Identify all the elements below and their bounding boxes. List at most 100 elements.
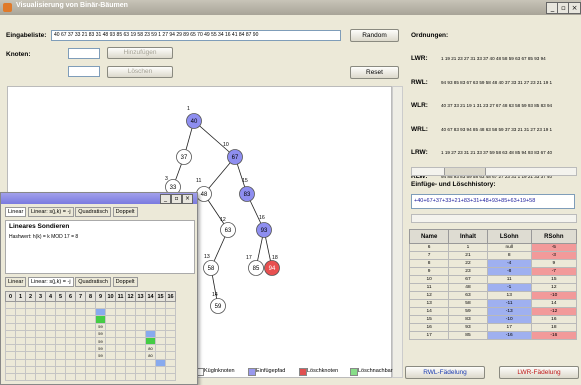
hash-cell[interactable]: [105, 358, 116, 367]
table-row[interactable]: 12 63 13 -10: [408, 291, 578, 300]
knoten-field[interactable]: [68, 48, 100, 59]
hash-cell[interactable]: [65, 358, 76, 367]
hash-cell[interactable]: [135, 300, 146, 310]
hash-cell[interactable]: [25, 300, 36, 310]
hash-cell[interactable]: [15, 322, 26, 331]
hash-cell[interactable]: [75, 300, 86, 310]
hash-cell[interactable]: [15, 315, 26, 324]
hash-cell[interactable]: [155, 351, 166, 360]
hash-cell[interactable]: [155, 300, 166, 310]
tab2-linear[interactable]: Linear: [5, 277, 27, 287]
hash-cell[interactable]: [45, 372, 56, 382]
tree-node[interactable]: 59: [210, 298, 226, 314]
hash-cell[interactable]: [165, 300, 176, 310]
hash-cell[interactable]: [25, 308, 36, 317]
hash-cell[interactable]: [35, 308, 46, 317]
hash-cell[interactable]: [85, 308, 96, 317]
hash-cell[interactable]: [115, 351, 126, 360]
hash-cell[interactable]: 59: [95, 336, 106, 346]
hash-cell[interactable]: [15, 365, 26, 374]
hash-cell[interactable]: [55, 329, 66, 338]
hash-cell[interactable]: [165, 372, 176, 382]
tree-node[interactable]: 40: [186, 113, 202, 129]
table-row[interactable]: 6 1 null -5: [408, 243, 578, 252]
hash-cell[interactable]: [155, 315, 166, 324]
hash-cell[interactable]: [25, 372, 36, 382]
hash-cell[interactable]: [85, 336, 96, 346]
hash-cell[interactable]: 59: [95, 329, 106, 338]
hash-cell[interactable]: [65, 322, 76, 331]
table-row[interactable]: 13 58 -11 14: [408, 299, 578, 308]
tree-node[interactable]: 63: [220, 222, 236, 238]
hash-cell[interactable]: [125, 315, 136, 324]
hash-cell[interactable]: [165, 344, 176, 353]
hash-cell[interactable]: [115, 344, 126, 353]
hash-cell[interactable]: [105, 365, 116, 374]
hash-cell[interactable]: [105, 336, 116, 346]
hash-cell[interactable]: [105, 329, 116, 338]
hash-cell[interactable]: [145, 308, 156, 317]
hash-cell[interactable]: [5, 329, 16, 338]
hash-cell[interactable]: [165, 308, 176, 317]
hash-cell[interactable]: [5, 308, 16, 317]
hash-cell[interactable]: [155, 344, 166, 353]
hash-cell[interactable]: [115, 358, 126, 367]
hash-cell[interactable]: [155, 372, 166, 382]
hash-cell[interactable]: [45, 315, 56, 324]
hash-cell[interactable]: [45, 336, 56, 346]
history-scrollbar[interactable]: [411, 214, 577, 223]
hash-cell[interactable]: [165, 351, 176, 360]
table-row[interactable]: 7 21 8 -3: [408, 251, 578, 260]
hash-cell[interactable]: [85, 344, 96, 353]
hash-maximize-button[interactable]: ▫: [171, 194, 182, 204]
tab-linear[interactable]: Linear: [5, 207, 27, 217]
table-row[interactable]: 10 67 11 15: [408, 275, 578, 284]
hash-close-button[interactable]: ×: [182, 194, 193, 204]
tree-node[interactable]: 94: [264, 260, 280, 276]
hash-cell[interactable]: [85, 358, 96, 367]
hash-cell[interactable]: [95, 300, 106, 310]
col-header[interactable]: LSohn: [486, 229, 532, 244]
rwl-faedelung-button[interactable]: RWL-Fädelung: [405, 366, 485, 379]
col-header[interactable]: RSohn: [530, 229, 578, 244]
hash-cell[interactable]: [135, 329, 146, 338]
hash-cell[interactable]: [155, 358, 166, 367]
hash-cell[interactable]: [15, 351, 26, 360]
hash-cell[interactable]: [85, 322, 96, 331]
hash-cell[interactable]: [85, 372, 96, 382]
history-field[interactable]: +40+67+37+33+21+83+31+48+93+85+63+19+58: [411, 194, 575, 209]
hash-cell[interactable]: 59: [95, 344, 106, 353]
hash-cell[interactable]: [75, 344, 86, 353]
hash-cell[interactable]: [25, 358, 36, 367]
hash-cell[interactable]: [5, 344, 16, 353]
hash-cell[interactable]: [55, 365, 66, 374]
hash-cell[interactable]: [145, 329, 156, 338]
table-row[interactable]: 16 93 17 18: [408, 323, 578, 332]
hash-cell[interactable]: [65, 300, 76, 310]
tree-node[interactable]: 85: [248, 260, 264, 276]
hash-cell[interactable]: [145, 315, 156, 324]
hash-cell[interactable]: [95, 365, 106, 374]
hash-cell[interactable]: [65, 372, 76, 382]
hash-cell[interactable]: 59: [95, 351, 106, 360]
hash-cell[interactable]: [75, 365, 86, 374]
tree-node[interactable]: 67: [227, 149, 243, 165]
hash-cell[interactable]: [65, 336, 76, 346]
hash-cell[interactable]: [135, 358, 146, 367]
hash-cell[interactable]: [145, 322, 156, 331]
hash-cell[interactable]: [85, 365, 96, 374]
hash-cell[interactable]: [125, 372, 136, 382]
add-button[interactable]: Hinzufügen: [107, 47, 173, 59]
hash-cell[interactable]: [35, 372, 46, 382]
hash-cell[interactable]: [85, 300, 96, 310]
hash-cell[interactable]: [125, 329, 136, 338]
hash-cell[interactable]: [5, 351, 16, 360]
hash-minimize-button[interactable]: _: [160, 194, 171, 204]
hash-cell[interactable]: [75, 322, 86, 331]
scroll-thumb[interactable]: [444, 168, 486, 175]
hash-cell[interactable]: [105, 372, 116, 382]
hash-cell[interactable]: [5, 358, 16, 367]
hash-cell[interactable]: [25, 351, 36, 360]
hash-cell[interactable]: [5, 322, 16, 331]
hash-cell[interactable]: [95, 315, 106, 324]
